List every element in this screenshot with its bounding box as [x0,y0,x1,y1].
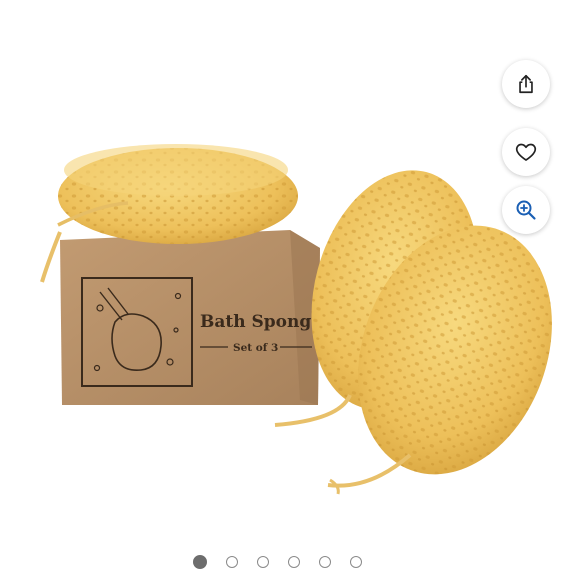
box-subtitle-text: Set of 3 [233,342,278,354]
share-button[interactable] [502,60,550,108]
carousel-dot-6[interactable] [350,556,362,568]
favorite-button[interactable] [502,128,550,176]
carousel-dot-5[interactable] [319,556,331,568]
heart-icon [514,140,538,164]
carousel-dot-2[interactable] [226,556,238,568]
share-icon [515,73,537,95]
carousel-dot-1[interactable] [193,555,207,569]
carousel-indicator [193,554,362,570]
carousel-dot-3[interactable] [257,556,269,568]
zoom-button[interactable] [502,186,550,234]
kraft-box: Bath Sponge Set of 3 [60,230,322,405]
box-title-text: Bath Sponge [200,312,322,332]
carousel-dot-4[interactable] [288,556,300,568]
product-image-viewer[interactable]: Bath Sponge Set of 3 [0,0,580,580]
zoom-in-icon [514,198,538,222]
product-photo: Bath Sponge Set of 3 [40,144,552,495]
